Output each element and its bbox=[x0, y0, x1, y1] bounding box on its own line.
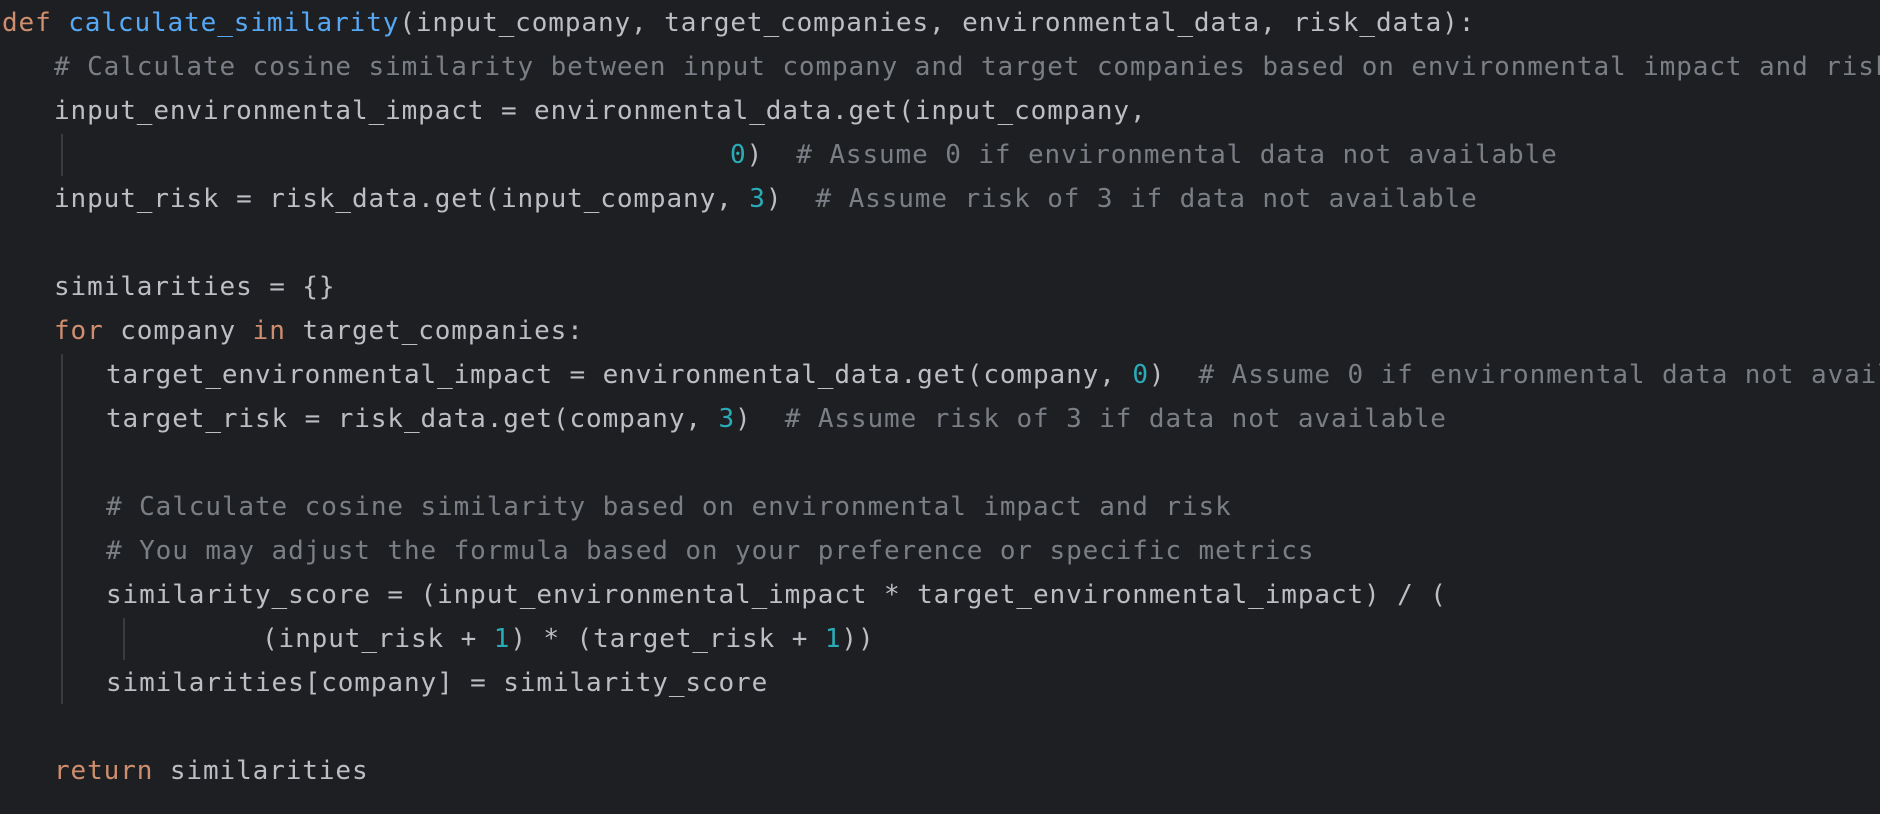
comment-token: # Assume risk of 3 if data not available bbox=[815, 184, 1478, 214]
code-token: input_risk = risk_data.get(input_company… bbox=[54, 184, 750, 214]
code-line[interactable]: # Calculate cosine similarity based on e… bbox=[106, 485, 1232, 529]
number-token: 3 bbox=[749, 184, 766, 214]
code-token: target_risk = risk_data.get(company, bbox=[106, 404, 719, 434]
comment-token: # Assume 0 if environmental data not ava… bbox=[1198, 360, 1880, 390]
code-line[interactable]: target_risk = risk_data.get(company, 3) … bbox=[106, 397, 1447, 441]
comment-token: # Calculate cosine similarity between in… bbox=[54, 52, 1880, 82]
code-token: target_environmental_impact = environmen… bbox=[106, 360, 1133, 390]
number-token: 0 bbox=[730, 140, 747, 170]
code-token: company bbox=[103, 316, 253, 346]
code-token: ) bbox=[746, 140, 797, 170]
number-token: 0 bbox=[1132, 360, 1149, 390]
comment-token: # Assume 0 if environmental data not ava… bbox=[796, 140, 1558, 170]
keyword-token: return bbox=[54, 756, 154, 786]
code-line[interactable]: return similarities bbox=[54, 749, 369, 793]
keyword-token: def bbox=[2, 8, 52, 38]
code-token: similarity_score = (input_environmental_… bbox=[106, 580, 1447, 610]
function-name-token: calculate_similarity bbox=[68, 8, 400, 38]
code-line[interactable]: # You may adjust the formula based on yo… bbox=[106, 529, 1314, 573]
code-line[interactable]: for company in target_companies: bbox=[54, 309, 584, 353]
code-line[interactable]: # Calculate cosine similarity between in… bbox=[54, 45, 1880, 89]
code-line[interactable]: similarity_score = (input_environmental_… bbox=[106, 573, 1447, 617]
code-token: similarities[company] = similarity_score bbox=[106, 668, 769, 698]
code-line[interactable]: (input_risk + 1) * (target_risk + 1)) bbox=[262, 617, 875, 661]
code-token: ) * (target_risk + bbox=[510, 624, 825, 654]
code-line[interactable]: input_environmental_impact = environment… bbox=[54, 89, 1147, 133]
code-token: (input_company, target_companies, enviro… bbox=[399, 8, 1476, 38]
code-token: similarities = {} bbox=[54, 272, 336, 302]
code-token: ) bbox=[765, 184, 816, 214]
code-line[interactable]: def calculate_similarity(input_company, … bbox=[2, 1, 1475, 45]
indent-guide bbox=[123, 618, 125, 660]
code-token: target_companies: bbox=[285, 316, 584, 346]
number-token: 3 bbox=[718, 404, 736, 434]
comment-token: # Assume risk of 3 if data not available bbox=[784, 404, 1447, 434]
code-line[interactable]: similarities = {} bbox=[54, 265, 335, 309]
code-token: similarities bbox=[153, 756, 369, 786]
indent-guide bbox=[61, 354, 63, 704]
code-line[interactable]: input_risk = risk_data.get(input_company… bbox=[54, 177, 1478, 221]
comment-token: # Calculate cosine similarity based on e… bbox=[106, 492, 1232, 522]
code-line[interactable]: similarities[company] = similarity_score bbox=[106, 661, 768, 705]
comment-token: # You may adjust the formula based on yo… bbox=[106, 536, 1315, 566]
code-editor[interactable]: def calculate_similarity(input_company, … bbox=[0, 0, 1880, 814]
code-line[interactable]: 0) # Assume 0 if environmental data not … bbox=[730, 133, 1558, 177]
code-token: ) bbox=[735, 404, 785, 434]
keyword-token: for bbox=[54, 316, 104, 346]
code-token: )) bbox=[841, 624, 875, 654]
code-token: ) bbox=[1148, 360, 1199, 390]
code-token: (input_risk + bbox=[262, 624, 494, 654]
indent-guide bbox=[61, 134, 63, 176]
code-token: input_environmental_impact = environment… bbox=[54, 96, 1147, 126]
keyword-token: in bbox=[252, 316, 286, 346]
number-token: 1 bbox=[824, 624, 842, 654]
code-line[interactable]: target_environmental_impact = environmen… bbox=[106, 353, 1880, 397]
number-token: 1 bbox=[493, 624, 511, 654]
